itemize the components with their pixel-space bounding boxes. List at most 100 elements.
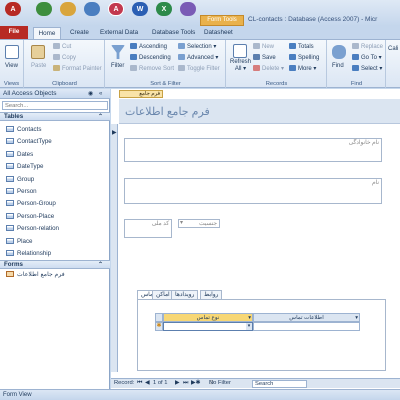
column-dropdown-icon: ▾: [355, 315, 358, 321]
window-title: CL-contacts : Database (Access 2007) - M…: [248, 16, 378, 23]
gender-field[interactable]: جنسیت ▾: [178, 219, 220, 228]
grid-corner[interactable]: [155, 313, 163, 322]
font-name-box[interactable]: Cali: [388, 45, 398, 53]
save-record-button[interactable]: Save: [253, 54, 276, 62]
new-record-button[interactable]: New: [253, 43, 274, 51]
nav-pane-header[interactable]: All Access Objects ◉ «: [0, 89, 110, 99]
sort-descending-icon: [130, 54, 137, 60]
column-header-contact-info[interactable]: اطلاعات تماس ▾: [253, 313, 360, 322]
ascending-button[interactable]: Ascending: [130, 43, 167, 51]
nav-dropdown-icon[interactable]: ◉: [88, 89, 93, 99]
table-icon: [6, 200, 14, 207]
brush-icon: [53, 65, 60, 71]
paste-button[interactable]: Paste: [31, 62, 46, 70]
format-painter-label: Format Painter: [62, 66, 102, 72]
clipboard-group-label: Clipboard: [52, 81, 77, 87]
media-icon[interactable]: [84, 2, 100, 16]
filter-button[interactable]: Filter: [111, 62, 124, 70]
nav-search-input[interactable]: [2, 101, 108, 110]
nav-table-item[interactable]: ContactType: [6, 136, 52, 148]
tab-home[interactable]: Home: [33, 27, 61, 39]
next-record-button[interactable]: ▶: [175, 379, 179, 388]
toggle-filter-button[interactable]: Toggle Filter: [178, 65, 220, 73]
word-icon[interactable]: W: [132, 2, 148, 16]
status-bar: Form View: [0, 389, 400, 400]
save-icon: [253, 54, 260, 60]
tab-external-data[interactable]: External Data: [96, 27, 142, 39]
find-group-label: Find: [350, 81, 363, 87]
cell-dropdown-icon[interactable]: ▾: [246, 323, 252, 330]
app-icon[interactable]: [180, 2, 196, 16]
nav-table-item[interactable]: Group: [6, 174, 34, 186]
tab-file[interactable]: File: [0, 26, 28, 39]
new-blank-record-button[interactable]: ▶✱: [191, 379, 200, 388]
refresh-all-button[interactable]: Refresh All ▾: [230, 59, 251, 73]
navigation-pane: All Access Objects ◉ « Tables ⌃ Contacts…: [0, 89, 110, 389]
goto-button[interactable]: Go To ▾: [352, 54, 382, 62]
gender-label: جنسیت: [199, 221, 217, 227]
nav-table-item[interactable]: Relationship: [6, 248, 51, 260]
more-label: More: [298, 66, 312, 72]
find-button[interactable]: Find: [332, 62, 344, 70]
nav-table-item[interactable]: Dates: [6, 149, 33, 161]
forms-section-header[interactable]: Forms ⌃: [0, 260, 110, 269]
cut-button[interactable]: Cut: [53, 43, 71, 51]
nav-table-label: Relationship: [17, 250, 52, 257]
folder-icon[interactable]: [60, 2, 76, 16]
views-group-label: Views: [3, 81, 20, 87]
nav-table-item[interactable]: Place: [6, 236, 32, 248]
nav-table-label: Person-Place: [17, 212, 55, 220]
column-dropdown-icon: ▾: [248, 315, 251, 321]
view-button[interactable]: View: [5, 62, 18, 70]
shutter-bar-icon[interactable]: «: [99, 89, 102, 99]
format-painter-button[interactable]: Format Painter: [53, 65, 102, 73]
replace-button[interactable]: Replace: [352, 43, 383, 51]
delete-record-button[interactable]: Delete ▾: [253, 65, 284, 73]
tables-section-header[interactable]: Tables ⌃: [0, 112, 110, 121]
chrome-icon[interactable]: [36, 2, 52, 16]
form-tools-header: Form Tools: [200, 15, 244, 26]
advanced-label: Advanced: [187, 55, 214, 61]
last-record-button[interactable]: ⏭: [183, 379, 188, 388]
remove-sort-button[interactable]: Remove Sort: [130, 65, 174, 73]
copy-button[interactable]: Copy: [53, 54, 76, 62]
nav-table-item[interactable]: Contacts: [6, 124, 41, 136]
tab-datasheet[interactable]: Datasheet: [200, 27, 237, 39]
nav-table-item[interactable]: DateType: [6, 161, 43, 173]
family-name-field[interactable]: نام خانوادگی: [124, 138, 382, 162]
table-icon: [6, 138, 14, 145]
delete-label: Delete: [262, 66, 280, 72]
new-record-marker-icon[interactable]: ✱: [155, 322, 163, 331]
ribbon: View Views Paste Cut Copy Format Painter…: [0, 39, 400, 88]
more-button[interactable]: More ▾: [289, 65, 316, 73]
contact-info-cell[interactable]: [253, 322, 360, 331]
national-code-field[interactable]: کد ملی: [124, 219, 172, 238]
descending-button[interactable]: Descending: [130, 54, 171, 62]
access-app-icon[interactable]: A: [5, 2, 21, 16]
access-taskbar-icon[interactable]: A: [108, 2, 124, 16]
spelling-button[interactable]: Spelling: [289, 54, 319, 62]
nav-table-item[interactable]: Person-Place: [6, 211, 54, 223]
nav-form-item[interactable]: فرم جامع اطلاعات: [6, 269, 65, 281]
record-position[interactable]: 1 of 1: [153, 379, 168, 388]
selection-button[interactable]: Selection ▾: [178, 43, 216, 51]
tab-create[interactable]: Create: [66, 27, 93, 39]
record-search-box[interactable]: Search: [252, 380, 307, 388]
name-field[interactable]: نام: [124, 178, 382, 204]
advanced-button[interactable]: Advanced ▾: [178, 54, 218, 62]
nav-table-item[interactable]: Person-relation: [6, 223, 59, 235]
previous-record-button[interactable]: ◀: [145, 379, 149, 388]
totals-button[interactable]: Totals: [289, 43, 314, 51]
document-tab[interactable]: فرم جامع اطلاعات: [119, 90, 163, 98]
contact-type-cell[interactable]: ▾: [163, 322, 253, 331]
select-button[interactable]: Select ▾: [352, 65, 382, 73]
nav-table-item[interactable]: Person: [6, 186, 37, 198]
first-record-button[interactable]: ⏮: [137, 379, 142, 388]
record-selector[interactable]: ▶: [111, 124, 118, 372]
tab-database-tools[interactable]: Database Tools: [148, 27, 199, 39]
excel-icon[interactable]: X: [156, 2, 172, 16]
nav-table-item[interactable]: Person-Group: [6, 198, 56, 210]
dropdown-arrow-icon[interactable]: ▾: [180, 220, 183, 227]
nav-table-label: Person: [17, 188, 37, 195]
column-header-contact-type[interactable]: نوع تماس ▾: [163, 313, 253, 322]
